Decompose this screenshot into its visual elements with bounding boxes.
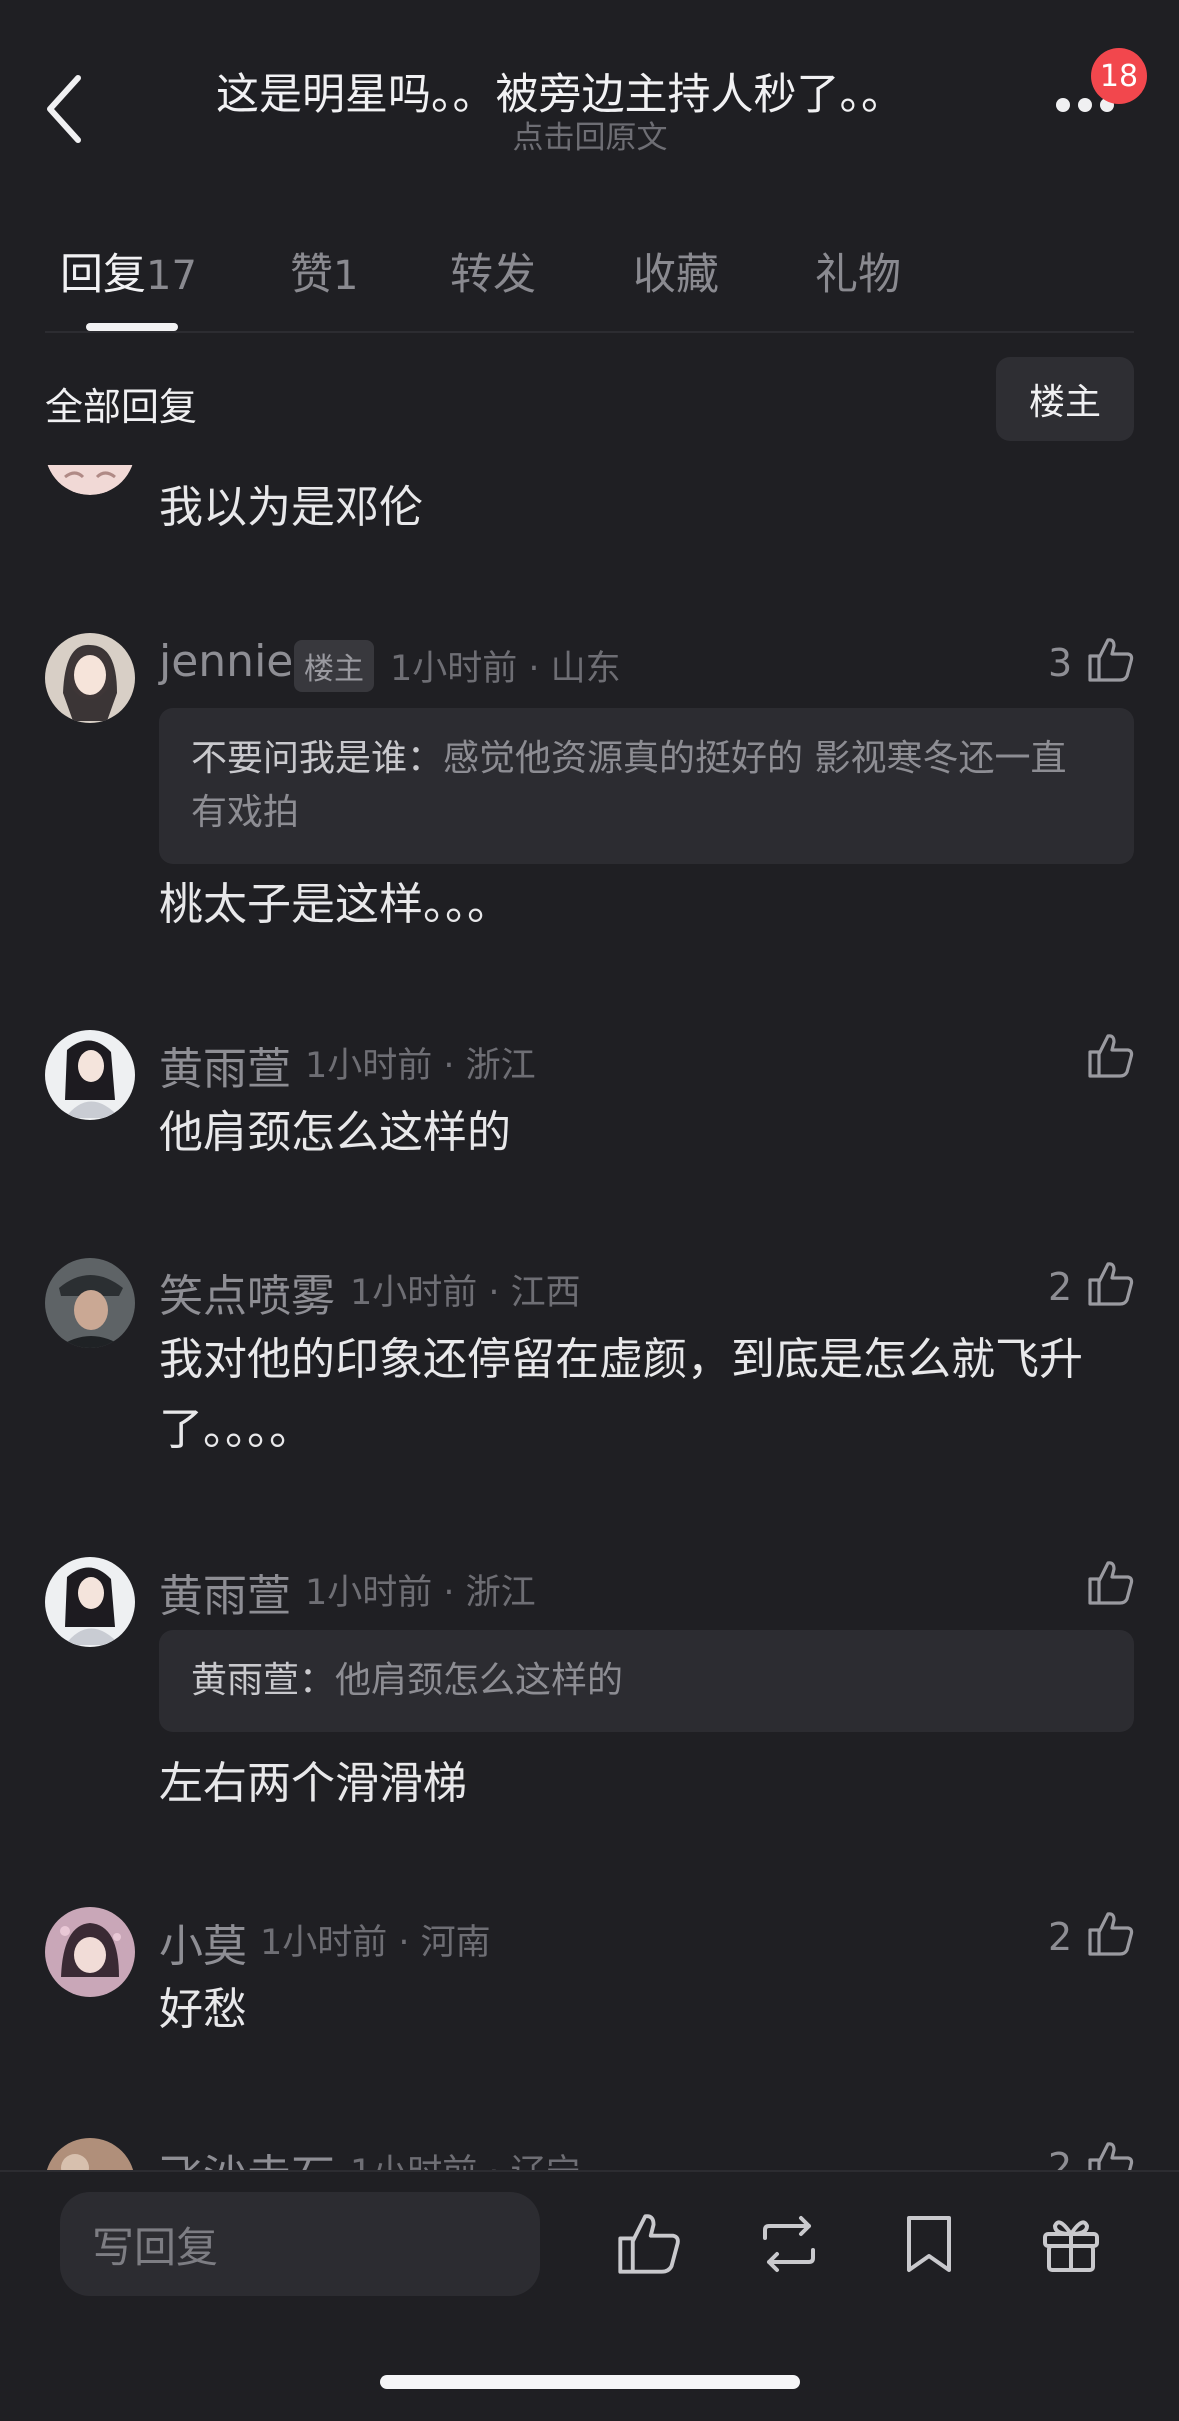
comment-like-button[interactable] [1084, 1030, 1136, 1086]
more-icon [1056, 98, 1070, 112]
repost-button[interactable] [753, 2208, 825, 2284]
tab-label: 礼物 [815, 250, 901, 300]
like-count: 3 [1048, 641, 1073, 685]
quote-text: 他肩颈怎么这样的 [335, 1660, 624, 1701]
avatar-image [45, 633, 135, 723]
comment-like-button[interactable] [1084, 1908, 1136, 1964]
quote-author: 不要问我是谁： [191, 738, 444, 779]
home-indicator[interactable] [380, 2375, 800, 2389]
owner-tag: 楼主 [294, 640, 374, 692]
quote-author: 黄雨萱： [191, 1660, 336, 1701]
tab-replies[interactable]: 回复17 [60, 240, 197, 302]
avatar[interactable] [45, 1907, 135, 1997]
bookmark-icon [907, 2216, 951, 2272]
avatar[interactable] [45, 1258, 135, 1348]
comment-username[interactable]: 小莫 [159, 1910, 247, 1974]
comment-username[interactable]: jennie [159, 636, 293, 687]
back-button[interactable] [36, 64, 96, 154]
back-to-original-link[interactable]: 点击回原文 [150, 112, 1030, 157]
reply-input[interactable]: 写回复 [60, 2192, 540, 2296]
comment-meta: 1小时前 · 山东 [390, 649, 621, 689]
comment-username[interactable]: 黄雨萱 [159, 1033, 291, 1097]
avatar-image [45, 1907, 135, 1997]
comment-meta: 1小时前 · 江西 [350, 1273, 581, 1313]
comment-meta: 1小时前 · 浙江 [305, 1573, 536, 1613]
tab-label: 回复 [60, 250, 146, 300]
like-post-button[interactable] [612, 2208, 684, 2284]
tab-divider [45, 331, 1134, 333]
tab-favorites[interactable]: 收藏 [633, 240, 719, 302]
gift-icon [1043, 2220, 1099, 2272]
comment-like-button[interactable] [1084, 1258, 1136, 1314]
tab-count: 17 [146, 253, 197, 299]
chevron-left-icon [47, 75, 81, 143]
tab-gifts[interactable]: 礼物 [815, 240, 901, 302]
notification-badge: 18 [1091, 48, 1147, 104]
tab-count: 1 [333, 253, 359, 299]
avatar[interactable] [45, 1030, 135, 1120]
comment-content: 左右两个滑滑梯 [159, 1758, 467, 1809]
comment-meta: 1小时前 · 河南 [260, 1923, 491, 1963]
comment-content: 他肩颈怎么这样的 [159, 1107, 511, 1158]
all-replies-label: 全部回复 [45, 385, 198, 429]
tab-label: 收藏 [633, 250, 719, 300]
tab-label: 转发 [450, 250, 536, 300]
tab-reposts[interactable]: 转发 [450, 240, 536, 302]
comment-username[interactable]: 黄雨萱 [159, 1560, 291, 1624]
comment-like-button[interactable] [1084, 1557, 1136, 1613]
avatar-image [45, 1258, 135, 1348]
repost-icon [763, 2216, 815, 2272]
quoted-reply[interactable]: 黄雨萱：他肩颈怎么这样的 [159, 1630, 1134, 1732]
owner-only-button[interactable]: 楼主 [996, 357, 1134, 441]
comment-content: 好愁 [159, 1984, 247, 2035]
active-tab-indicator [86, 323, 178, 331]
like-count: 2 [1048, 1915, 1073, 1959]
gift-button[interactable] [1035, 2208, 1107, 2284]
like-count: 2 [1048, 1265, 1073, 1309]
comment-like-button[interactable] [1084, 634, 1136, 690]
thumbs-up-icon [1088, 1034, 1134, 1078]
tab-label: 赞 [290, 250, 333, 300]
thumbs-up-icon [618, 2214, 680, 2274]
quoted-reply[interactable]: 不要问我是谁：感觉他资源真的挺好的 影视寒冬还一直有戏拍 [159, 708, 1134, 864]
thumbs-up-icon [1088, 1912, 1134, 1956]
avatar[interactable] [45, 633, 135, 723]
comment-content: 我对他的印象还停留在虚颜，到底是怎么就飞升了。。。。 [159, 1334, 1083, 1455]
thumbs-up-icon [1088, 638, 1134, 682]
bookmark-button[interactable] [893, 2208, 965, 2284]
more-icon-dot [1078, 98, 1092, 112]
comment-meta: 1小时前 · 浙江 [305, 1046, 536, 1086]
avatar-image [45, 1030, 135, 1120]
thumbs-up-icon [1088, 1262, 1134, 1306]
thumbs-up-icon [1088, 1561, 1134, 1605]
avatar[interactable] [45, 1557, 135, 1647]
comment-username[interactable]: 笑点喷雾 [159, 1260, 335, 1324]
comment-content: 我以为是邓伦 [159, 482, 423, 533]
avatar-image [45, 1557, 135, 1647]
comment-content: 桃太子是这样。。。 [159, 879, 511, 930]
tab-likes[interactable]: 赞1 [290, 240, 358, 302]
